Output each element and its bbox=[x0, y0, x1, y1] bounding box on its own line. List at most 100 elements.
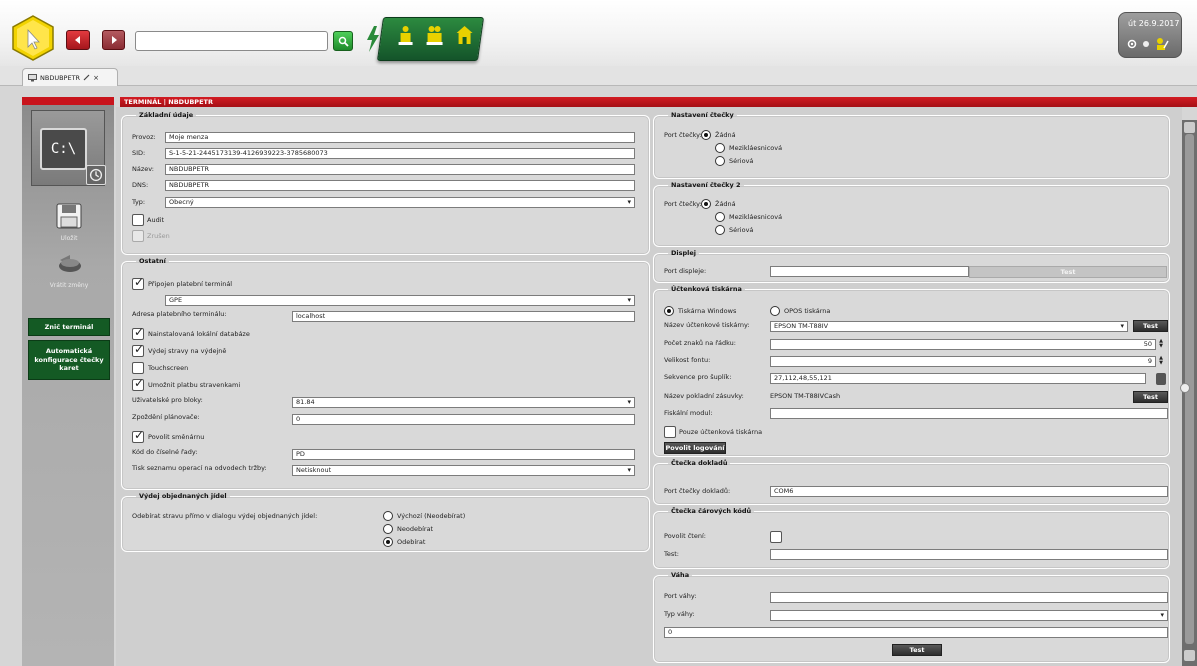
printer-opos-radio[interactable] bbox=[770, 306, 780, 316]
receipt-only-checkbox[interactable] bbox=[664, 426, 676, 438]
terminal-address-field[interactable]: localhost bbox=[292, 311, 635, 322]
printer-test-button[interactable]: Test bbox=[1133, 320, 1168, 332]
drawer-sequence-label: Sekvence pro šuplík: bbox=[664, 373, 732, 381]
display-port-label: Port displeje: bbox=[664, 267, 707, 275]
payment-terminal-label: Připojen platební terminál bbox=[148, 280, 233, 288]
dns-label: DNS: bbox=[132, 181, 149, 189]
cancelled-checkbox[interactable] bbox=[132, 230, 144, 242]
own-terminal-button[interactable]: Znič terminál bbox=[28, 318, 110, 336]
scale-port-field[interactable] bbox=[770, 592, 1168, 603]
drawer-sequence-field[interactable]: 27,112,48,55,121 bbox=[770, 373, 1146, 384]
sid-field[interactable]: S-1-5-21-2445173139-4126939223-378568007… bbox=[165, 148, 635, 159]
enable-logging-button[interactable]: Povolit logování bbox=[664, 442, 726, 454]
reader1-none-radio[interactable] bbox=[701, 130, 711, 140]
fiscal-module-label: Fiskální modul: bbox=[664, 409, 713, 417]
drawer-test-button[interactable]: Test bbox=[1133, 391, 1168, 403]
reader2-serial-label: Sériová bbox=[729, 226, 754, 234]
other-legend: Ostatní bbox=[139, 257, 166, 265]
name-field[interactable]: NBDUBPETR bbox=[165, 164, 635, 175]
payment-type-select[interactable]: GPE bbox=[165, 295, 635, 306]
orders-default-radio[interactable] bbox=[383, 511, 393, 521]
type-label: Typ: bbox=[132, 198, 146, 206]
font-size-field[interactable]: 9 bbox=[770, 356, 1156, 367]
audit-checkbox[interactable] bbox=[132, 214, 144, 226]
type-select[interactable]: Obecný bbox=[165, 197, 635, 208]
reader1-port-label: Port čtečky: bbox=[664, 131, 702, 139]
fiscal-module-field[interactable] bbox=[770, 408, 1168, 419]
search-button[interactable] bbox=[333, 31, 353, 51]
touchscreen-checkbox[interactable] bbox=[132, 362, 144, 374]
sid-label: SID: bbox=[132, 149, 146, 157]
printer-opos-label: OPOS tiskárna bbox=[784, 307, 831, 315]
reader2-serial-radio[interactable] bbox=[715, 225, 725, 235]
scale-test-button[interactable]: Test bbox=[892, 644, 942, 656]
home-icon[interactable] bbox=[10, 15, 56, 61]
barcode-test-field[interactable] bbox=[770, 549, 1168, 560]
exchange-checkbox[interactable] bbox=[132, 428, 144, 443]
waiter-icon[interactable] bbox=[396, 24, 416, 46]
blocks-select[interactable]: 81.84 bbox=[292, 397, 635, 408]
chars-spinner[interactable]: ▲ ▼ bbox=[1158, 339, 1164, 350]
back-button[interactable] bbox=[66, 30, 90, 50]
pin-icon[interactable] bbox=[83, 74, 90, 81]
search-input[interactable] bbox=[135, 31, 328, 51]
food-issue-checkbox[interactable] bbox=[132, 342, 144, 357]
reader1-keyboard-label: Mezikláesnicová bbox=[729, 144, 783, 152]
dns-field[interactable]: NBDUBPETR bbox=[165, 180, 635, 191]
panel-splitter-handle[interactable] bbox=[1180, 383, 1190, 393]
voucher-payment-checkbox[interactable] bbox=[132, 376, 144, 391]
history-icon[interactable] bbox=[86, 165, 106, 185]
local-db-checkbox[interactable] bbox=[132, 325, 144, 340]
font-size-spinner[interactable]: ▲ ▼ bbox=[1158, 356, 1164, 367]
user-key-icon[interactable] bbox=[1155, 37, 1169, 51]
reader2-none-radio[interactable] bbox=[701, 199, 711, 209]
forward-button[interactable] bbox=[102, 30, 125, 50]
scale-value-field[interactable]: 0 bbox=[664, 627, 1168, 638]
settings-icon[interactable] bbox=[1127, 39, 1137, 49]
terminal-tile: C:\ bbox=[31, 110, 106, 186]
scheduler-delay-field[interactable]: 0 bbox=[292, 414, 635, 425]
payment-terminal-checkbox[interactable] bbox=[132, 275, 144, 290]
print-list-label: Tisk seznamu operací na odvodech tržby: bbox=[132, 464, 267, 472]
chars-per-line-field[interactable]: 50 bbox=[770, 339, 1156, 350]
orders-no-radio[interactable] bbox=[383, 524, 393, 534]
reader1-legend: Nastavení čtečky bbox=[671, 111, 734, 119]
barcode-allow-label: Povolit čtení: bbox=[664, 532, 706, 540]
audit-label: Audit bbox=[147, 216, 165, 224]
staff-icon[interactable] bbox=[425, 24, 445, 46]
doc-reader-group: Čtečka dokladů bbox=[653, 459, 1170, 505]
undo-button[interactable]: Vrátit změny bbox=[34, 249, 104, 289]
printer-windows-radio[interactable] bbox=[664, 306, 674, 316]
scroll-down-button[interactable] bbox=[1184, 650, 1195, 661]
blocks-label: Uživatelské pro bloky: bbox=[132, 396, 203, 404]
provoz-field[interactable]: Moje menza bbox=[165, 132, 635, 143]
provoz-label: Provoz: bbox=[132, 133, 156, 141]
tab-terminal[interactable]: NBDUBPETR × bbox=[22, 68, 118, 86]
building-icon[interactable] bbox=[455, 24, 475, 46]
print-list-select[interactable]: Netisknout bbox=[292, 465, 635, 476]
scroll-up-button[interactable] bbox=[1184, 122, 1195, 133]
auto-config-button[interactable]: Automatická konfigurace čtečky karet bbox=[28, 340, 110, 380]
display-port-field[interactable] bbox=[770, 266, 969, 277]
scale-type-label: Typ váhy: bbox=[664, 610, 695, 618]
reader2-legend: Nastavení čtečky 2 bbox=[671, 181, 741, 189]
series-code-field[interactable]: PD bbox=[292, 449, 635, 460]
terminal-address-label: Adresa platebního terminálu: bbox=[132, 310, 227, 318]
barcode-test-label: Test: bbox=[664, 550, 679, 558]
scale-type-select[interactable] bbox=[770, 610, 1168, 621]
close-icon[interactable]: × bbox=[93, 74, 99, 82]
reader1-serial-radio[interactable] bbox=[715, 156, 725, 166]
reader1-keyboard-radio[interactable] bbox=[715, 143, 725, 153]
info-icon[interactable] bbox=[1142, 40, 1150, 48]
reader2-keyboard-radio[interactable] bbox=[715, 212, 725, 222]
orders-yes-radio[interactable] bbox=[383, 537, 393, 547]
search-icon bbox=[338, 36, 349, 47]
sequence-browse-button[interactable] bbox=[1156, 373, 1166, 385]
printer-name-select[interactable]: EPSON TM-T88IV bbox=[770, 321, 1128, 332]
save-button[interactable]: Uložit bbox=[34, 202, 104, 242]
vertical-scrollbar[interactable] bbox=[1182, 120, 1197, 666]
barcode-allow-checkbox[interactable] bbox=[770, 531, 782, 543]
doc-reader-legend: Čtečka dokladů bbox=[671, 459, 728, 467]
display-test-button[interactable]: Test bbox=[969, 266, 1167, 278]
doc-reader-port-field[interactable]: COM6 bbox=[770, 486, 1168, 497]
